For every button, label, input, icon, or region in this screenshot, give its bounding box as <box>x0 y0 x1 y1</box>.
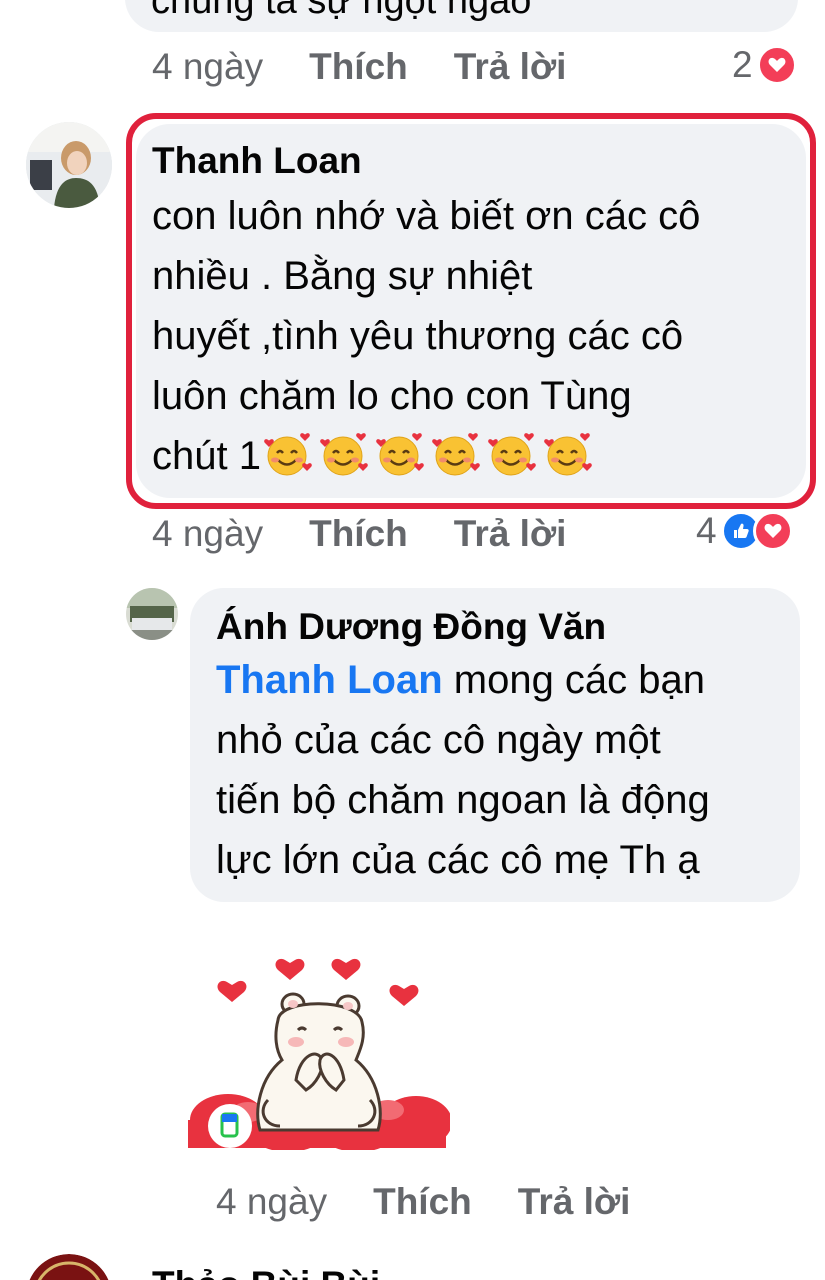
avatar[interactable] <box>126 588 178 640</box>
like-button[interactable]: Thích <box>309 46 408 88</box>
bear-sticker[interactable] <box>188 950 452 1152</box>
reply-line: mong các bạn <box>442 658 706 702</box>
reply-line: nhỏ của các cô ngày một <box>216 718 661 762</box>
reaction-count: 4 <box>696 510 717 551</box>
reply-button[interactable]: Trả lời <box>518 1181 631 1223</box>
reply-bubble[interactable]: Ánh Dương Đồng Văn Thanh Loan mong các b… <box>190 588 800 902</box>
comment-time[interactable]: 4 ngày <box>152 513 263 555</box>
reply-line: tiến bộ chăm ngoan là động <box>216 778 710 822</box>
comment-time[interactable]: 4 ngày <box>216 1181 327 1223</box>
comment-text: chúng ta sự ngọt ngào <box>151 0 532 22</box>
reply-body: Thanh Loan mong các bạn nhỏ của các cô n… <box>216 650 710 890</box>
avatar[interactable] <box>26 122 112 208</box>
comment-actions: 4 ngày Thích Trả lời <box>152 513 612 555</box>
comment-author[interactable]: Ánh Dương Đồng Văn <box>216 606 606 648</box>
comment-bubble-previous[interactable]: chúng ta sự ngọt ngào <box>125 0 798 32</box>
comment-time[interactable]: 4 ngày <box>152 46 263 88</box>
reaction-summary[interactable]: 2 <box>732 44 797 86</box>
like-button[interactable]: Thích <box>309 513 408 555</box>
avatar[interactable] <box>26 1254 112 1280</box>
highlight-outline <box>126 113 816 509</box>
reaction-summary[interactable]: 4 <box>696 510 793 552</box>
comment-author-partial[interactable]: Thảo Bùi Bùi <box>152 1264 380 1280</box>
heart-icon <box>756 45 797 85</box>
reply-button[interactable]: Trả lời <box>454 513 567 555</box>
comments-thread: chúng ta sự ngọt ngào 4 ngày Thích Trả l… <box>0 0 825 1280</box>
heart-icon <box>752 511 793 551</box>
reply-button[interactable]: Trả lời <box>454 46 567 88</box>
reply-line: lực lớn của các cô mẹ Th ạ <box>216 838 700 882</box>
mention-link[interactable]: Thanh Loan <box>216 658 443 702</box>
comment-actions: 4 ngày Thích Trả lời <box>152 46 612 88</box>
reaction-count: 2 <box>732 44 753 85</box>
reply-actions: 4 ngày Thích Trả lời <box>216 1181 676 1223</box>
reply-line-first: Thanh Loan mong các bạn <box>216 650 710 710</box>
like-button[interactable]: Thích <box>373 1181 472 1223</box>
